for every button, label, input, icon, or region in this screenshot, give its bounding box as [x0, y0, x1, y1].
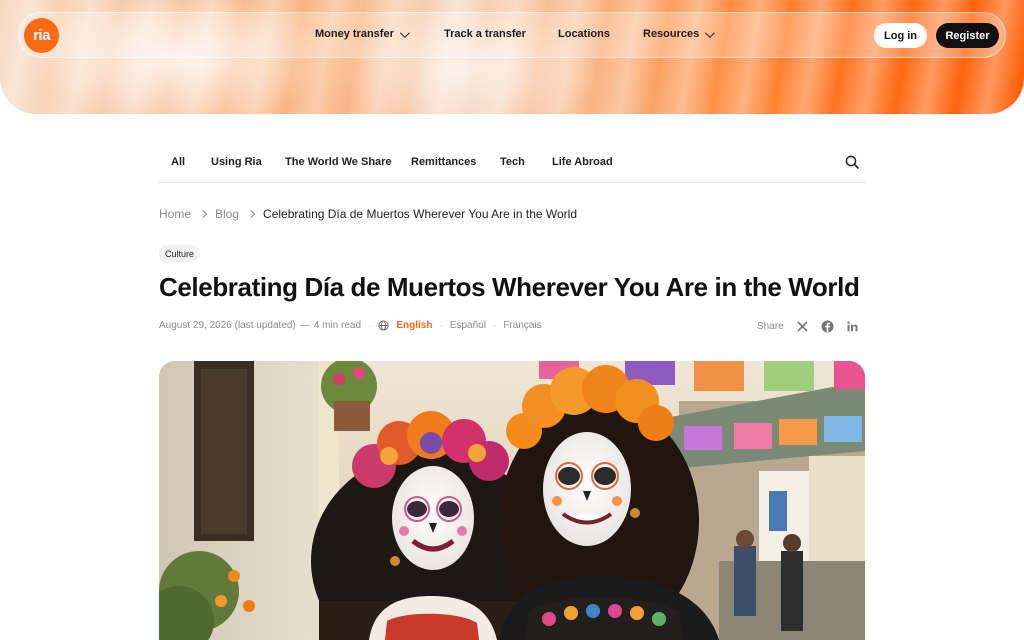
hero-banner: ria Money transfer Track a transfer Loca… — [0, 0, 1024, 114]
breadcrumb-home[interactable]: Home — [159, 207, 191, 221]
chevron-right-icon — [246, 209, 256, 219]
x-icon[interactable] — [796, 320, 809, 333]
chevron-down-icon — [399, 27, 410, 38]
nav-locations-label: Locations — [558, 28, 610, 40]
nav-resources-label: Resources — [643, 28, 700, 40]
globe-icon — [378, 320, 389, 331]
meta-separator: — — [299, 320, 310, 331]
nav-money-transfer[interactable]: Money transfer — [315, 27, 410, 40]
breadcrumb-blog[interactable]: Blog — [215, 207, 239, 221]
login-button[interactable]: Log in — [874, 23, 927, 48]
dot-separator: · — [368, 320, 372, 331]
article-meta: August 29, 2026 (last updated) — 4 min r… — [159, 320, 542, 331]
search-icon[interactable] — [845, 155, 859, 169]
category-tag[interactable]: Culture — [159, 245, 201, 262]
ria-logo[interactable]: ria — [24, 18, 59, 53]
chevron-right-icon — [198, 209, 208, 219]
register-button[interactable]: Register — [936, 23, 999, 48]
facebook-icon[interactable] — [821, 320, 834, 333]
share-bar: Share — [757, 320, 859, 333]
dot-separator: · — [439, 320, 443, 331]
linkedin-icon[interactable] — [846, 320, 859, 333]
read-time: 4 min read — [313, 320, 362, 331]
language-english[interactable]: English — [396, 320, 432, 331]
language-francais[interactable]: Français — [503, 320, 541, 331]
tab-remittances[interactable]: Remittances — [411, 156, 476, 168]
page-title: Celebrating Día de Muertos Wherever You … — [159, 272, 860, 302]
tab-life-abroad[interactable]: Life Abroad — [552, 156, 613, 168]
language-espanol[interactable]: Español — [450, 320, 486, 331]
tab-using-ria[interactable]: Using Ria — [211, 156, 262, 168]
share-label: Share — [757, 321, 784, 332]
top-navbar: ria Money transfer Track a transfer Loca… — [18, 12, 1006, 58]
tab-all[interactable]: All — [171, 156, 185, 168]
nav-money-transfer-label: Money transfer — [315, 28, 394, 40]
day-of-the-dead-photo — [159, 361, 865, 640]
category-tabs: All Using Ria The World We Share Remitta… — [159, 143, 865, 183]
nav-locations[interactable]: Locations — [558, 28, 610, 40]
tab-tech[interactable]: Tech — [500, 156, 525, 168]
nav-track-transfer-label: Track a transfer — [444, 28, 526, 40]
nav-track-transfer[interactable]: Track a transfer — [444, 28, 526, 40]
breadcrumb: Home Blog Celebrating Día de Muertos Whe… — [159, 207, 577, 221]
chevron-down-icon — [705, 27, 716, 38]
nav-resources[interactable]: Resources — [643, 27, 716, 40]
article-date: August 29, 2026 (last updated) — [159, 320, 296, 331]
article-hero-image — [159, 361, 865, 640]
breadcrumb-current: Celebrating Día de Muertos Wherever You … — [263, 207, 577, 221]
dot-separator: · — [492, 320, 497, 331]
tab-the-world-we-share[interactable]: The World We Share — [285, 156, 392, 168]
